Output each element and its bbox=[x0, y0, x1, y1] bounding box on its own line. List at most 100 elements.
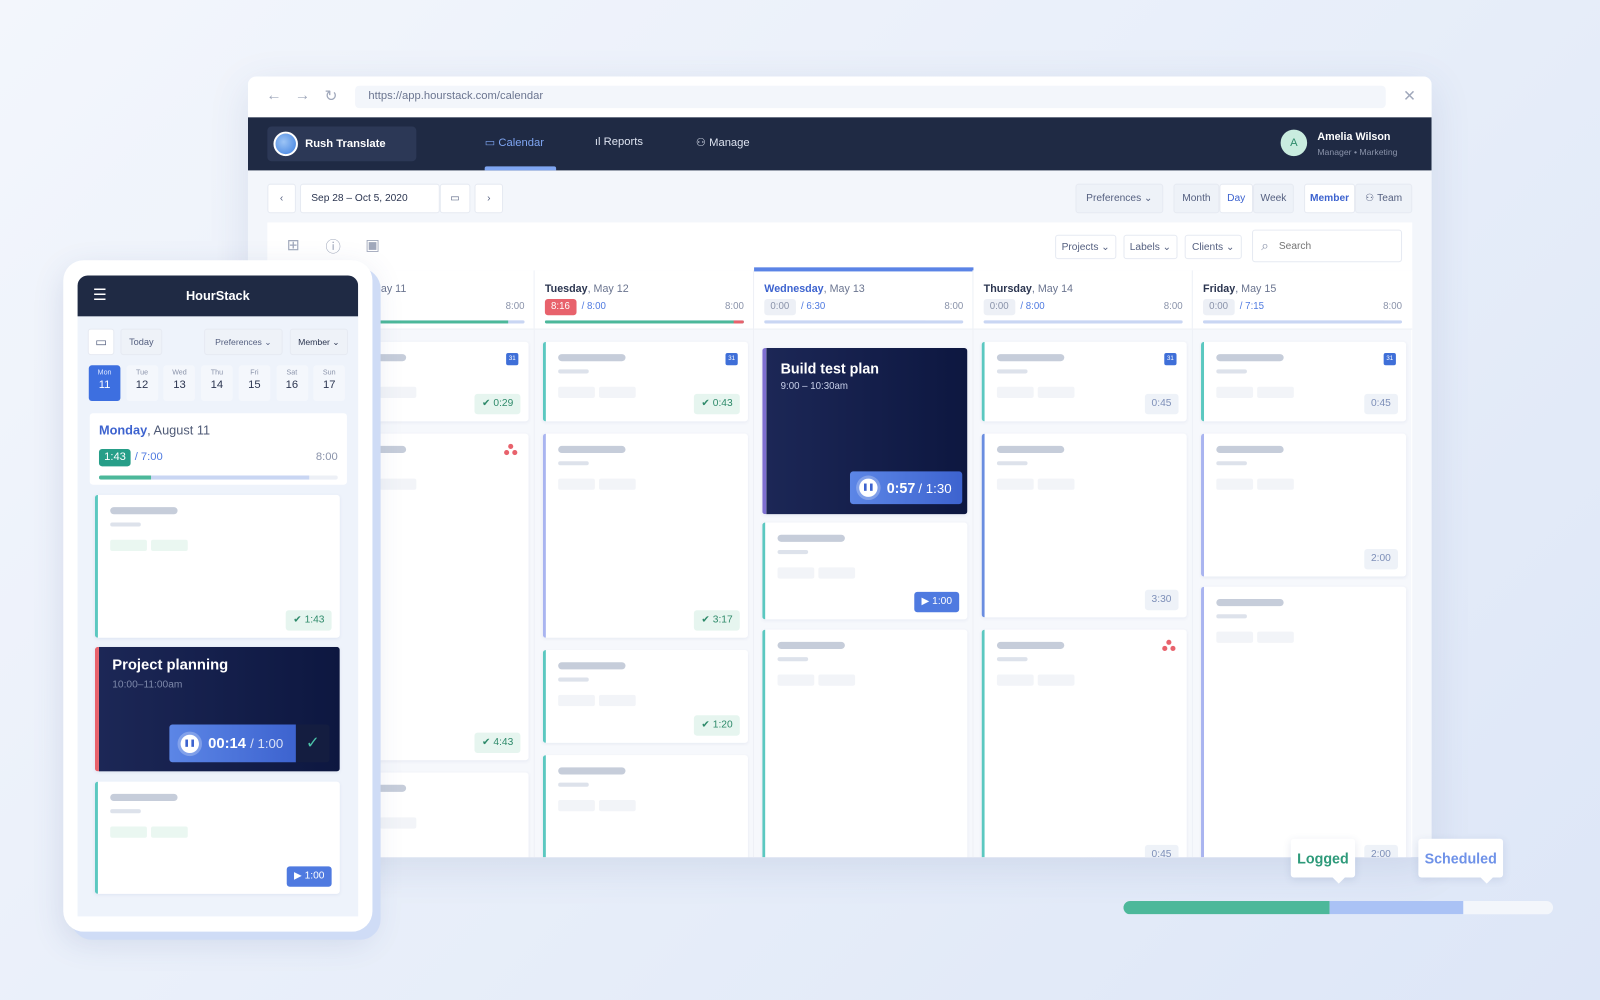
date: May 15 bbox=[1241, 282, 1277, 295]
avatar[interactable]: A bbox=[1280, 129, 1308, 157]
nav-manage[interactable]: ⚇ Manage bbox=[696, 136, 750, 149]
task-card[interactable] bbox=[762, 629, 968, 858]
week-day-wed[interactable]: Wed 13 bbox=[163, 365, 196, 402]
forward-icon[interactable]: → bbox=[295, 87, 310, 104]
active-task-card[interactable]: Build test plan 9:00 – 10:30am ❚❚ 0:57/ 1… bbox=[762, 347, 968, 515]
task-card[interactable]: 2:00 bbox=[1201, 433, 1407, 577]
task-card[interactable]: ▶ 1:00 bbox=[94, 781, 340, 894]
placeholder-line bbox=[996, 354, 1065, 362]
mobile-preferences-dropdown[interactable]: Preferences ⌄ bbox=[204, 328, 283, 356]
active-task-card[interactable]: Project planning 10:00–11:00am ❚❚ 00:14/ … bbox=[94, 646, 340, 772]
prev-button[interactable]: ‹ bbox=[267, 183, 296, 214]
task-timer[interactable]: ❚❚ 0:57/ 1:30 bbox=[849, 471, 963, 505]
placeholder-tag bbox=[558, 478, 595, 490]
task-timer[interactable]: ❚❚ 00:14/ 1:00 bbox=[169, 724, 296, 763]
mobile-member-dropdown[interactable]: Member ⌄ bbox=[289, 328, 348, 356]
week-day-sat[interactable]: Sat 16 bbox=[276, 365, 308, 402]
weekday: Friday bbox=[1203, 282, 1236, 295]
time-value: 3:17 bbox=[712, 614, 733, 626]
back-icon[interactable]: ← bbox=[266, 87, 281, 104]
reload-icon[interactable]: ↻ bbox=[324, 87, 337, 105]
url-field[interactable]: https://app.hourstack.com/calendar bbox=[355, 85, 1386, 109]
logged-hours: 0:00 bbox=[983, 298, 1015, 316]
date-picker-icon[interactable]: ▭ bbox=[439, 183, 471, 214]
complete-check-icon[interactable]: ✓ bbox=[295, 724, 330, 763]
task-card[interactable]: ▶ 1:00 bbox=[762, 522, 968, 620]
start-timer-button[interactable]: ▶ 1:00 bbox=[286, 866, 332, 887]
mobile-screen: ☰ HourStack ▭ Today Preferences ⌄ Member… bbox=[77, 275, 359, 917]
week-day-thu[interactable]: Thu 14 bbox=[201, 365, 233, 402]
task-card[interactable]: 3:30 bbox=[981, 433, 1187, 618]
calendar-icon[interactable]: ▭ bbox=[87, 328, 115, 356]
placeholder-line bbox=[777, 657, 809, 662]
day-header: Friday, May 15 0:00 / 7:15 8:00 bbox=[1192, 270, 1413, 330]
time-badge: ✔ 4:43 bbox=[474, 732, 521, 754]
logged-scheduled-bar bbox=[1123, 901, 1554, 915]
pause-icon[interactable]: ❚❚ bbox=[859, 478, 878, 497]
projects-filter[interactable]: Projects ⌄ bbox=[1055, 234, 1117, 260]
placeholder-line bbox=[996, 641, 1065, 649]
scheduled-hours: / 7:15 bbox=[1239, 301, 1265, 313]
workspace-logo bbox=[273, 131, 298, 157]
capacity-hours: 8:00 bbox=[944, 301, 964, 313]
capacity-hours: 8:00 bbox=[724, 301, 744, 313]
nav-label: Reports bbox=[603, 135, 643, 148]
start-timer-button[interactable]: ▶ 1:00 bbox=[914, 591, 960, 613]
view-day[interactable]: Day bbox=[1219, 183, 1254, 214]
nav-calendar[interactable]: ▭ Calendar bbox=[485, 136, 544, 149]
day-progress-bar bbox=[544, 320, 744, 324]
nav-reports[interactable]: ıl Reports bbox=[595, 136, 643, 148]
clients-filter[interactable]: Clients ⌄ bbox=[1184, 234, 1242, 260]
task-card[interactable]: 2:00 bbox=[1201, 586, 1407, 858]
filter-label: Projects bbox=[1061, 241, 1099, 253]
day-progress-bar bbox=[983, 320, 1183, 324]
top-nav: Rush Translate ▭ Calendar ıl Reports ⚇ M… bbox=[247, 117, 1432, 171]
task-card[interactable]: 31 ✔ 0:43 bbox=[542, 341, 748, 422]
week-day-mon[interactable]: Mon 11 bbox=[88, 365, 121, 402]
placeholder-tag bbox=[1216, 478, 1254, 490]
time-badge: ✔ 0:29 bbox=[474, 393, 521, 415]
layout-icon[interactable]: ▣ bbox=[365, 236, 379, 254]
search-field[interactable]: ⌕ bbox=[1252, 229, 1403, 263]
task-card[interactable]: 31 0:45 bbox=[1201, 341, 1407, 422]
search-input[interactable] bbox=[1278, 240, 1381, 252]
task-card[interactable]: ✔ 1:43 bbox=[94, 494, 340, 638]
lightning-icon[interactable]: ⓘ bbox=[326, 236, 341, 257]
next-button[interactable]: › bbox=[474, 183, 504, 214]
view-week[interactable]: Week bbox=[1253, 183, 1294, 214]
mode-team[interactable]: ⚇ Team bbox=[1355, 183, 1413, 214]
mode-member[interactable]: Member bbox=[1304, 183, 1356, 214]
time-value: 2:00 bbox=[1370, 553, 1391, 565]
day-number: 11 bbox=[98, 378, 111, 391]
task-card[interactable]: ✔ 1:20 bbox=[542, 649, 748, 743]
task-card[interactable]: 0:45 bbox=[981, 629, 1187, 858]
app-title: HourStack bbox=[185, 288, 250, 304]
week-day-sun[interactable]: Sun 17 bbox=[313, 365, 346, 402]
view-month[interactable]: Month bbox=[1173, 183, 1220, 214]
task-card[interactable]: 31 0:45 bbox=[981, 341, 1187, 422]
pause-icon[interactable]: ❚❚ bbox=[180, 734, 199, 753]
date-range[interactable]: Sep 28 – Oct 5, 2020 bbox=[299, 183, 440, 214]
time-value: 0:45 bbox=[1370, 397, 1391, 410]
scheduled-segment bbox=[1329, 901, 1463, 915]
capacity-hours: 8:00 bbox=[1163, 301, 1183, 313]
logged-badge: 1:43 bbox=[98, 448, 132, 467]
add-icon[interactable]: ⊞ bbox=[287, 236, 300, 254]
day-number: 12 bbox=[135, 378, 149, 391]
task-card[interactable]: ✔ 3:17 bbox=[542, 433, 748, 638]
labels-filter[interactable]: Labels ⌄ bbox=[1123, 234, 1178, 260]
workspace-switcher[interactable]: Rush Translate bbox=[267, 126, 417, 162]
close-icon[interactable]: ✕ bbox=[1403, 87, 1416, 105]
task-card[interactable] bbox=[542, 755, 748, 858]
today-button[interactable]: Today bbox=[120, 328, 163, 356]
preferences-dropdown[interactable]: Preferences ⌄ bbox=[1075, 183, 1164, 214]
placeholder-line bbox=[558, 354, 626, 362]
weekday-label: Mon bbox=[97, 369, 112, 377]
placeholder-tag bbox=[996, 386, 1034, 398]
calendar-icon: ▭ bbox=[484, 136, 499, 149]
week-day-fri[interactable]: Fri 15 bbox=[238, 365, 271, 402]
day-progress-bar bbox=[1203, 320, 1403, 324]
week-day-tue[interactable]: Tue 12 bbox=[126, 365, 158, 402]
placeholder-tag bbox=[558, 694, 595, 707]
day-title: Thursday, May 14 bbox=[983, 282, 1073, 295]
